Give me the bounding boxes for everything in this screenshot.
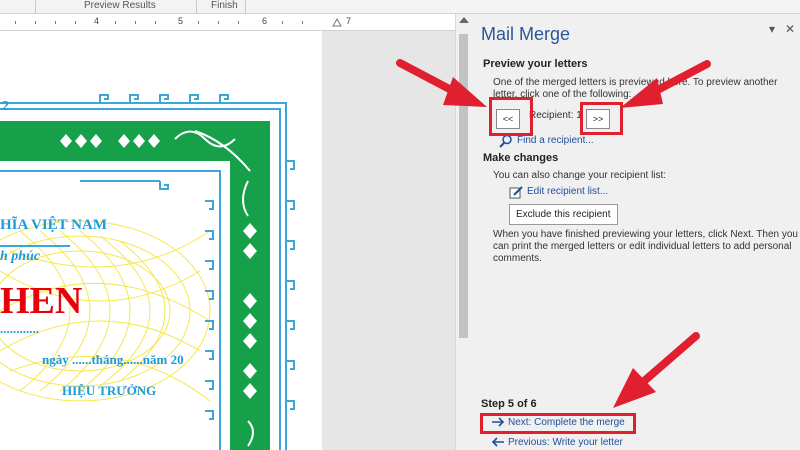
- preview-heading: Preview your letters: [483, 58, 588, 70]
- edit-recipient-list-link[interactable]: Edit recipient list...: [527, 186, 608, 197]
- scroll-up-icon[interactable]: [459, 17, 469, 23]
- certificate-number: 2: [2, 99, 9, 114]
- step-indicator: Step 5 of 6: [481, 398, 537, 410]
- pane-title: Mail Merge: [481, 24, 571, 44]
- annotation-arrow-icon: [620, 60, 711, 108]
- finish-description-line2: can print the merged letters or edit ind…: [493, 241, 792, 252]
- ribbon-preview-results: Preview Results: [84, 0, 156, 11]
- make-changes-heading: Make changes: [483, 152, 559, 164]
- finish-description-line1: When you have finished previewing your l…: [493, 229, 798, 240]
- annotation-arrow-icon: [613, 332, 700, 408]
- ribbon-finish: Finish: [211, 0, 238, 11]
- ribbon-separator: [245, 0, 246, 13]
- previous-step-link[interactable]: Previous: Write your letter: [508, 437, 623, 448]
- certificate-motto: h phúc: [0, 249, 41, 264]
- find-recipient-icon: [499, 134, 512, 148]
- find-recipient-link[interactable]: Find a recipient...: [517, 135, 594, 146]
- ruler-mark: 4: [94, 16, 100, 26]
- ruler-mark: 6: [262, 16, 268, 26]
- certificate-date-line: ngày ......tháng......năm 20: [42, 352, 184, 367]
- highlight-previous-button: [489, 97, 533, 136]
- highlight-next-step: [480, 413, 636, 434]
- arrow-left-icon: [491, 437, 504, 447]
- ribbon-separator: [196, 0, 197, 13]
- ribbon-group-labels: Preview Results Finish: [0, 0, 800, 14]
- ribbon-separator: [35, 0, 36, 13]
- recipient-counter: Recipient: 1: [529, 110, 582, 121]
- ruler-mark: 7: [346, 16, 352, 26]
- ruler-mark: 5: [178, 16, 184, 26]
- edit-list-icon: [509, 186, 523, 199]
- pane-options-icon[interactable]: ▾: [769, 22, 775, 36]
- close-icon[interactable]: ✕: [785, 22, 795, 36]
- certificate-signer: HIỆU TRƯỞNG: [62, 383, 157, 398]
- exclude-recipient-button[interactable]: Exclude this recipient: [509, 204, 618, 225]
- ruler-right: 7: [322, 14, 455, 31]
- document-page[interactable]: 2 HĨA VIỆT NAM h phúc HEN ............ n…: [0, 31, 322, 450]
- annotation-arrow-icon: [396, 59, 487, 107]
- certificate-title: HEN: [0, 280, 83, 322]
- certificate-national-title: HĨA VIỆT NAM: [0, 217, 107, 233]
- certificate-border-art: [0, 94, 295, 450]
- make-changes-description: You can also change your recipient list:: [493, 170, 667, 181]
- finish-description-line3: comments.: [493, 253, 542, 264]
- horizontal-ruler[interactable]: 4 5 6: [0, 14, 322, 31]
- indent-marker-icon[interactable]: [332, 17, 342, 27]
- certificate-name-dots: ............: [0, 321, 39, 336]
